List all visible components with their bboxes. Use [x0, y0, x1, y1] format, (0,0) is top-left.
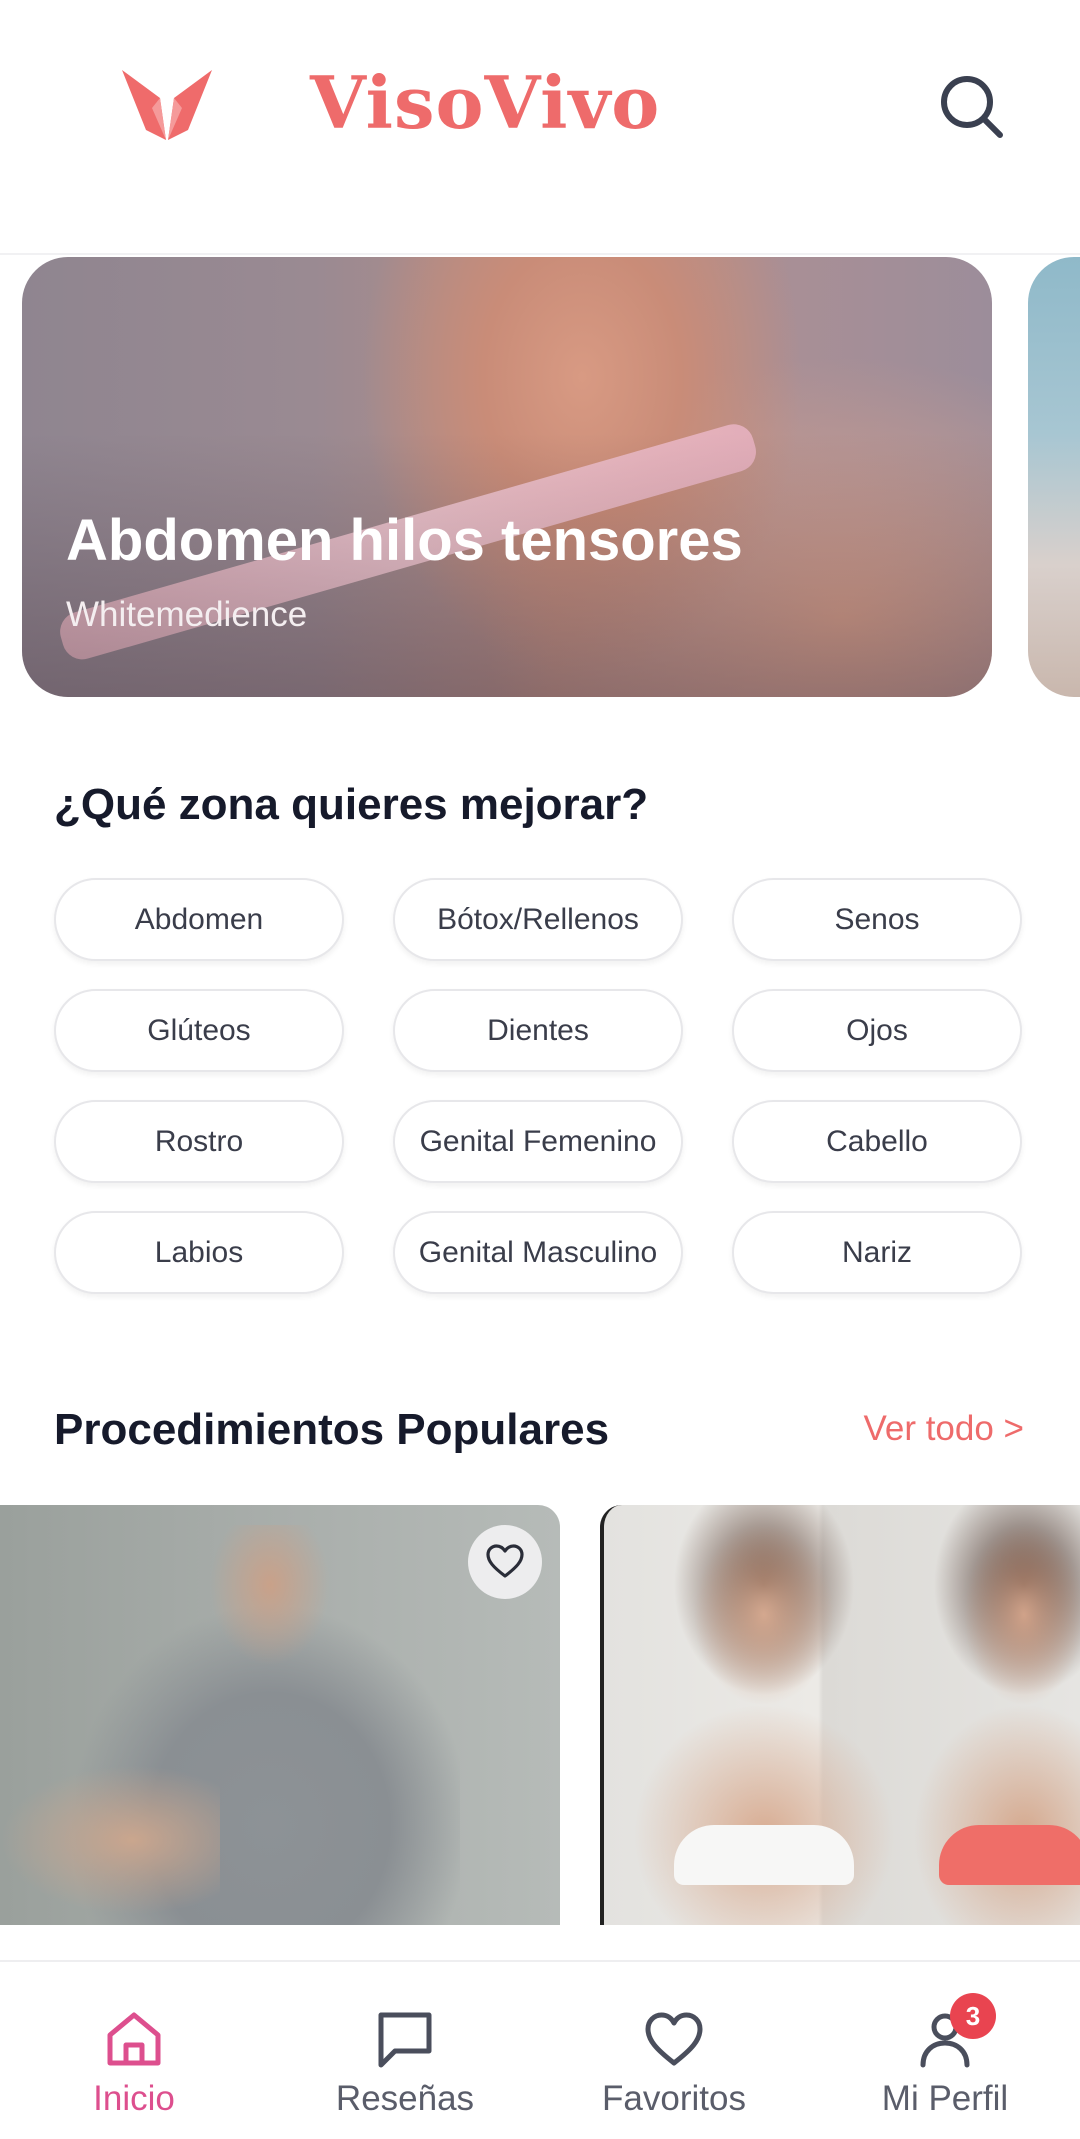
zone-chip-dientes[interactable]: Dientes	[393, 989, 683, 1072]
chat-bubble-icon	[378, 2012, 432, 2068]
banner-title: Abdomen hilos tensores	[66, 508, 743, 573]
nav-label: Mi Perfil	[881, 2079, 1009, 2118]
nav-label: Reseñas	[335, 2079, 475, 2118]
featured-banner[interactable]: Abdomen hilos tensores Whitemedience	[22, 257, 992, 697]
zone-chip-nariz[interactable]: Nariz	[732, 1211, 1022, 1294]
favorite-button[interactable]	[468, 1525, 542, 1599]
bottom-navigation: Inicio Reseñas Favoritos Mi Perfil	[0, 1960, 1080, 2139]
nav-item-inicio[interactable]: Inicio	[34, 1962, 234, 2139]
brand-name: VisoVivo	[310, 60, 661, 145]
nav-label: Favoritos	[602, 2079, 746, 2118]
zones-heading: ¿Qué zona quieres mejorar?	[54, 780, 649, 829]
home-icon	[107, 2012, 161, 2066]
app-header: VisoVivo	[0, 0, 1080, 255]
zone-chip-cabello[interactable]: Cabello	[732, 1100, 1022, 1183]
notification-badge: 3	[950, 1993, 996, 2039]
zone-chip-rostro[interactable]: Rostro	[54, 1100, 344, 1183]
zone-chip-genital-femenino[interactable]: Genital Femenino	[393, 1100, 683, 1183]
zone-chip-grid: Abdomen Bótox/Rellenos Senos Glúteos Die…	[54, 878, 1024, 1294]
nav-item-resenas[interactable]: Reseñas	[305, 1962, 505, 2139]
heart-icon	[486, 1544, 524, 1578]
zone-chip-abdomen[interactable]: Abdomen	[54, 878, 344, 961]
see-all-link[interactable]: Ver todo >	[863, 1409, 1024, 1449]
procedure-card[interactable]	[600, 1505, 1080, 1925]
zone-chip-botox[interactable]: Bótox/Rellenos	[393, 878, 683, 961]
zone-chip-ojos[interactable]: Ojos	[732, 989, 1022, 1072]
popular-heading: Procedimientos Populares	[54, 1405, 610, 1454]
zone-chip-senos[interactable]: Senos	[732, 878, 1022, 961]
search-icon[interactable]	[935, 70, 1007, 142]
nav-item-favoritos[interactable]: Favoritos	[574, 1962, 774, 2139]
next-banner-peek[interactable]	[1028, 257, 1080, 697]
zone-chip-gluteos[interactable]: Glúteos	[54, 989, 344, 1072]
butterfly-logo-icon[interactable]	[122, 68, 212, 142]
heart-icon	[645, 2012, 703, 2066]
zone-chip-genital-masculino[interactable]: Genital Masculino	[393, 1211, 683, 1294]
zone-chip-labios[interactable]: Labios	[54, 1211, 344, 1294]
nav-item-mi-perfil[interactable]: Mi Perfil	[845, 1962, 1045, 2139]
banner-subtitle: Whitemedience	[66, 595, 308, 634]
nav-label: Inicio	[93, 2079, 175, 2118]
